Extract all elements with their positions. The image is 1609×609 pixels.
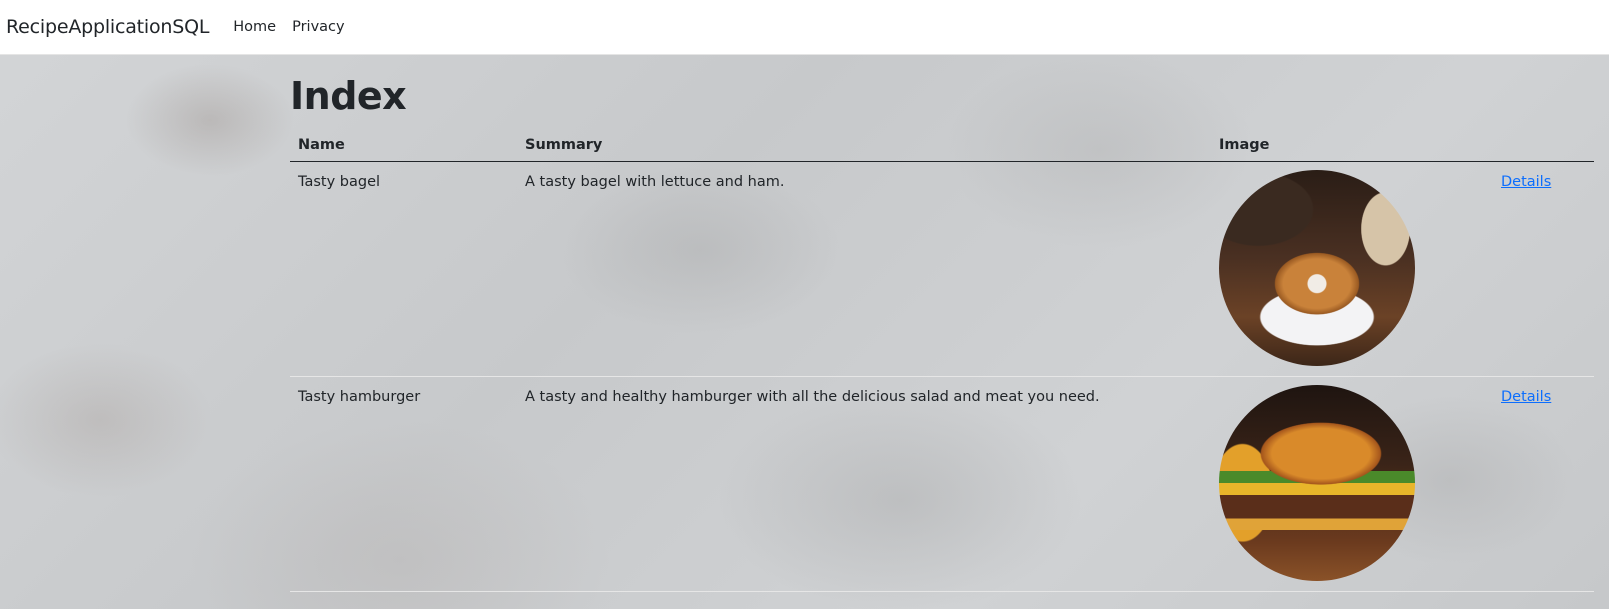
recipe-actions-cell: Details [1474,161,1594,377]
column-header-image: Image [1211,129,1474,162]
recipe-summary: A tasty and healthy hamburger with all t… [517,376,1211,592]
recipe-actions-cell: Details [1474,376,1594,592]
brand-link[interactable]: RecipeApplicationSQL [6,16,209,38]
recipe-name: Tasty hamburger [290,376,517,592]
hamburger-image [1219,385,1415,581]
column-header-summary: Summary [517,129,1211,162]
page-title: Index [290,74,407,118]
main-content: Index Name Summary Image Tasty bagel A t… [290,55,1594,592]
column-header-actions [1474,129,1594,162]
details-link[interactable]: Details [1501,174,1551,190]
recipe-name: Tasty bagel [290,161,517,377]
navbar: RecipeApplicationSQL Home Privacy [0,0,1609,55]
table-header-row: Name Summary Image [290,129,1594,162]
table-row: Tasty bagel A tasty bagel with lettuce a… [290,161,1594,377]
recipe-image-cell [1211,376,1474,592]
recipe-table: Name Summary Image Tasty bagel A tasty b… [290,129,1594,592]
nav-link-home[interactable]: Home [233,19,276,35]
recipe-summary: A tasty bagel with lettuce and ham. [517,161,1211,377]
table-row: Tasty hamburger A tasty and healthy hamb… [290,376,1594,592]
details-link[interactable]: Details [1501,389,1551,405]
nav-link-privacy[interactable]: Privacy [292,19,345,35]
column-header-name: Name [290,129,517,162]
bagel-image [1219,170,1415,366]
recipe-image-cell [1211,161,1474,377]
